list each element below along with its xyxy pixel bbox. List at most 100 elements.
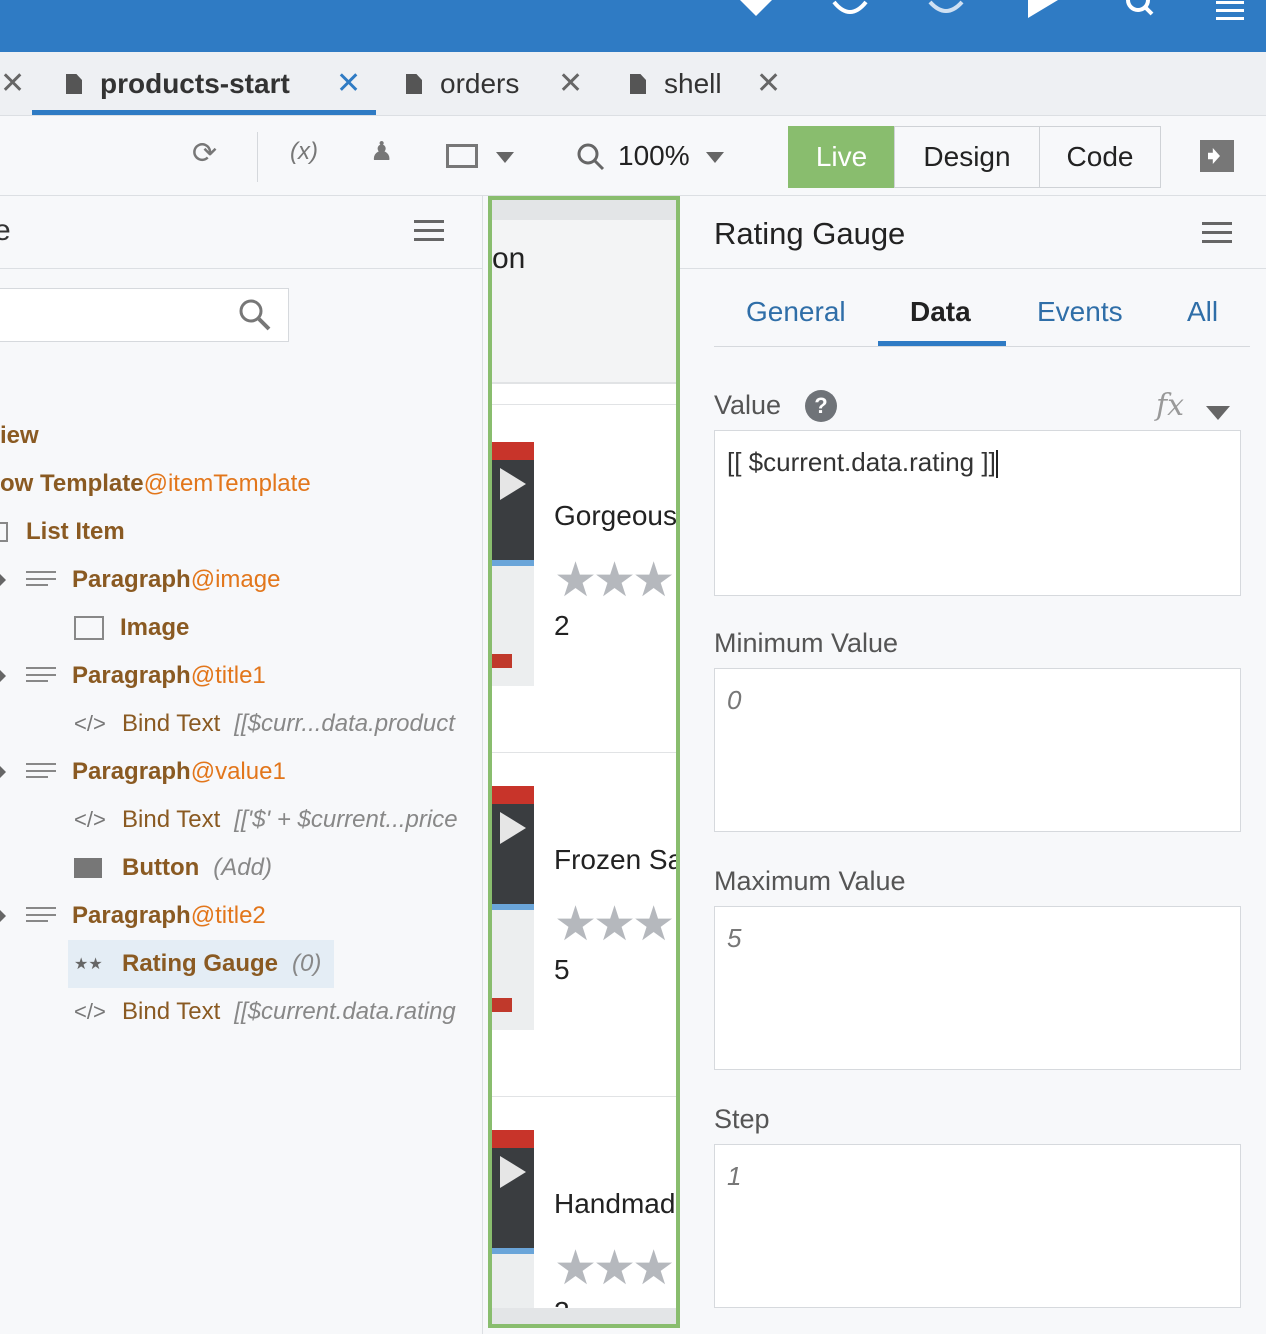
app-header-bar [0,0,1266,52]
step-field[interactable]: 1 [714,1144,1241,1308]
chevron-down-icon[interactable] [496,152,514,163]
maximum-value-label: Maximum Value [714,866,906,896]
close-tab-orders-icon[interactable]: ✕ [558,66,583,101]
product-title: Frozen Sa [554,844,680,875]
divider [680,268,1266,269]
text-cursor [995,450,998,479]
designer-toolbar: ⟳ (x) ♟ 100% Live Design Code [0,116,1266,196]
tree-item-paragraph-title1[interactable]: Paragraph @title1 [0,656,266,696]
tree-item-image[interactable]: Image [74,608,189,648]
product-image[interactable] [492,1130,534,1324]
list-item-icon [0,522,8,542]
page-canvas[interactable]: on Gorgeous ★★★ 2 Frozen Sa ★★★ 5 Handma… [488,196,680,1328]
product-image[interactable] [492,442,534,686]
refresh-icon[interactable]: ⟳ [192,136,217,171]
panel-menu-icon[interactable] [414,220,444,244]
structure-panel: e iew ow Template @itemTemplate List Ite… [0,196,483,1334]
toggle-properties-icon[interactable] [1200,140,1234,172]
file-icon [406,74,422,94]
tree-item-bind-text-rating[interactable]: </> Bind Text [[$current.data.rating [74,992,456,1032]
tab-data[interactable]: Data [910,296,971,328]
close-tab-icon[interactable]: ✕ [0,66,25,101]
code-mode-button[interactable]: Code [1039,126,1161,188]
toolbar-divider [257,132,258,182]
variables-icon[interactable]: (x) [290,138,318,166]
tree-item-paragraph-title2[interactable]: Paragraph @title2 [0,896,266,936]
search-icon[interactable] [1124,0,1154,16]
rating-gauge[interactable]: ★★★ [554,1240,675,1296]
code-icon: </> [74,807,106,832]
code-icon: </> [74,999,106,1024]
rating-gauge[interactable]: ★★★ [554,896,675,952]
close-tab-shell-icon[interactable]: ✕ [756,66,781,101]
rating-value: 5 [554,954,570,985]
divider [0,268,483,269]
live-mode-button[interactable]: Live [788,126,895,188]
paragraph-icon [26,763,56,781]
rating-stars-icon: ★★ [74,956,103,973]
paragraph-icon [26,907,56,925]
maximum-value-field[interactable]: 5 [714,906,1241,1070]
undo-icon[interactable] [830,0,870,16]
device-frame-icon[interactable] [446,144,478,168]
tab-shell[interactable]: shell [630,52,722,116]
file-icon [630,74,646,94]
inspector-menu-icon[interactable] [1202,222,1232,246]
minimum-value-label: Minimum Value [714,628,899,658]
tree-item-list-item[interactable]: List Item [0,512,125,552]
divider [492,1096,676,1097]
minimum-value-field[interactable]: 0 [714,668,1241,832]
canvas-ruler [492,200,676,220]
expand-arrow-icon[interactable] [0,766,6,778]
tab-general[interactable]: General [746,296,846,328]
property-inspector: Rating Gauge General Data Events All Val… [680,196,1266,1334]
code-icon: </> [74,711,106,736]
panel-title: e [0,214,11,247]
tree-item-bind-text-price[interactable]: </> Bind Text [['$' + $current...price [74,800,458,840]
tree-item-row-template[interactable]: ow Template @itemTemplate [0,464,311,504]
paragraph-icon [26,571,56,589]
tab-events[interactable]: Events [1037,296,1123,328]
value-field[interactable]: [[ $current.data.rating ]] [714,430,1241,596]
inspector-title: Rating Gauge [714,216,906,251]
product-image[interactable] [492,786,534,1030]
zoom-level[interactable]: 100% [618,140,690,172]
validate-icon[interactable] [738,0,774,18]
zoom-dropdown-icon[interactable] [706,152,724,163]
tree-item-button[interactable]: Button (Add) [74,848,272,888]
active-subtab-indicator [878,341,1006,346]
image-icon [74,616,104,640]
product-title: Gorgeous [554,500,677,531]
tree-item-bind-text-product[interactable]: </> Bind Text [[$curr...data.product [74,704,455,744]
expand-arrow-icon[interactable] [0,670,6,682]
tree-item-paragraph-value1[interactable]: Paragraph @value1 [0,752,286,792]
user-roles-icon[interactable]: ♟ [370,136,393,167]
help-icon[interactable]: ? [805,390,837,422]
paragraph-icon [26,667,56,685]
design-mode-button[interactable]: Design [894,126,1040,188]
divider [714,346,1250,347]
expression-icon[interactable]: fx [1156,388,1184,423]
step-label: Step [714,1104,770,1134]
close-tab-products-start-icon[interactable]: ✕ [336,66,361,101]
file-icon [66,74,82,94]
run-icon[interactable] [1026,0,1060,18]
product-title: Handmad [554,1188,676,1219]
tab-orders[interactable]: orders [406,52,519,116]
tab-products-start[interactable]: products-start [66,52,290,116]
expand-arrow-icon[interactable] [0,574,6,586]
rating-gauge[interactable]: ★★★ [554,552,675,608]
tree-item-paragraph-image[interactable]: Paragraph @image [0,560,280,600]
zoom-icon[interactable] [576,142,606,172]
redo-icon[interactable] [926,0,966,16]
divider [492,752,676,753]
search-icon[interactable] [238,298,272,332]
chevron-down-icon[interactable] [1206,406,1230,420]
canvas-ruler-bottom [492,1308,676,1324]
tree-item-rating-gauge[interactable]: ★★ Rating Gauge (0) [74,944,321,984]
tab-all[interactable]: All [1187,296,1218,328]
divider [492,404,676,405]
expand-arrow-icon[interactable] [0,910,6,922]
tree-item-list-view[interactable]: iew [0,416,39,456]
menu-icon[interactable] [1216,0,1244,20]
